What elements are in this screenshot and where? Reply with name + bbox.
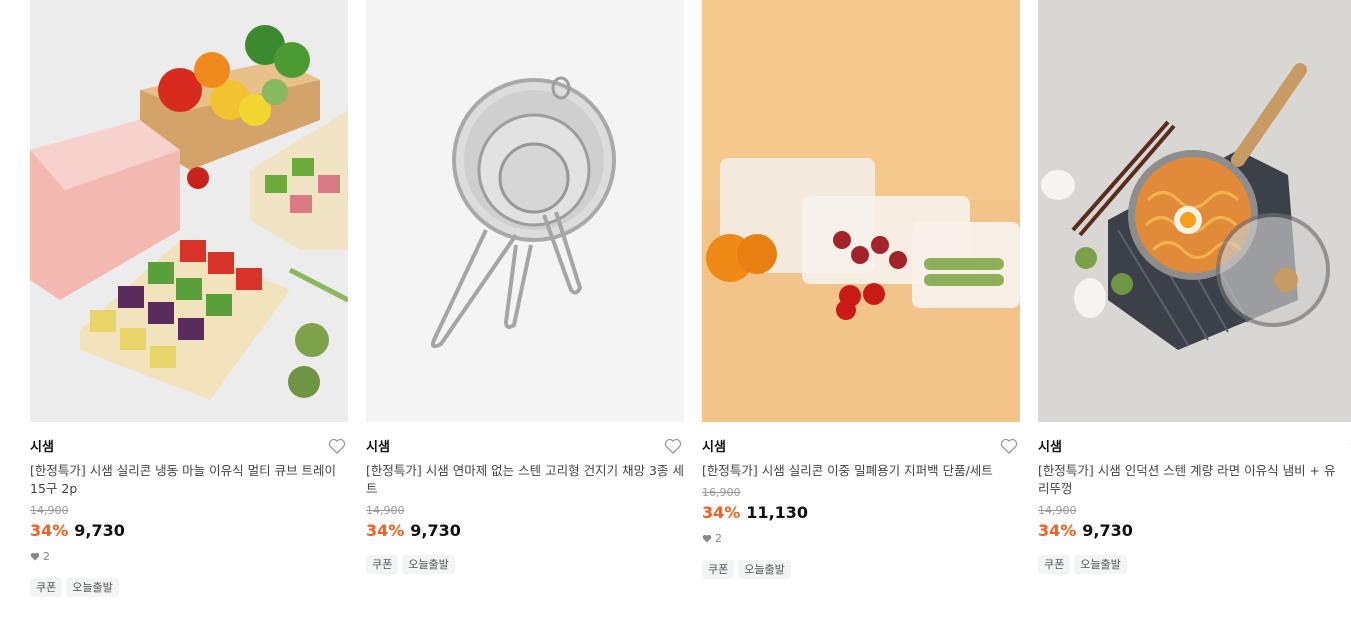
sale-price: 11,130 bbox=[746, 503, 809, 522]
tag-today-shipping: 오늘출발 bbox=[66, 578, 119, 597]
product-image-ice-cube-trays bbox=[30, 0, 348, 422]
discount-rate: 34% bbox=[30, 521, 69, 540]
price-row: 34% 9,730 bbox=[30, 521, 348, 541]
product-grid: 시샘 [한정특가] 시샘 실리콘 냉동 마늘 이유식 멀티 큐브 트레이 15구… bbox=[30, 0, 1351, 620]
brand-name[interactable]: 시샘 bbox=[30, 440, 54, 455]
price-row: 34% 9,730 bbox=[1038, 521, 1351, 541]
tag-coupon: 쿠폰 bbox=[702, 560, 735, 579]
price-row: 34% 11,130 bbox=[702, 503, 1020, 523]
tag-today-shipping: 오늘출발 bbox=[1074, 555, 1127, 574]
original-price: 14,900 bbox=[366, 504, 405, 517]
product-card[interactable]: 시샘 [한정특가] 시샘 실리콘 냉동 마늘 이유식 멀티 큐브 트레이 15구… bbox=[30, 0, 348, 597]
product-name[interactable]: [한정특가] 시샘 실리콘 냉동 마늘 이유식 멀티 큐브 트레이 15구 2p bbox=[30, 462, 348, 498]
brand-row: 시샘 bbox=[366, 436, 684, 456]
discount-rate: 34% bbox=[366, 521, 405, 540]
tag-list: 쿠폰 오늘출발 bbox=[702, 558, 1020, 579]
tag-today-shipping: 오늘출발 bbox=[738, 560, 791, 579]
product-image[interactable] bbox=[702, 0, 1020, 422]
tag-coupon: 쿠폰 bbox=[30, 578, 63, 597]
product-card[interactable]: 시샘 [한정특가] 시샘 실리콘 이중 밀폐용기 지퍼백 단품/세트 16,90… bbox=[702, 0, 1020, 579]
product-image[interactable] bbox=[1038, 0, 1351, 422]
discount-rate: 34% bbox=[702, 503, 741, 522]
product-image-zipper-bags bbox=[702, 0, 1020, 422]
like-count-value: 2 bbox=[43, 550, 50, 563]
heart-filled-icon bbox=[30, 552, 40, 564]
product-card[interactable]: 시샘 [한정특가] 시샘 인덕션 스텐 계량 라면 이유식 냄비 + 유리뚜껑 … bbox=[1038, 0, 1351, 574]
tag-list: 쿠폰 오늘출발 bbox=[30, 576, 348, 597]
tag-list: 쿠폰 오늘출발 bbox=[1038, 553, 1351, 574]
product-card[interactable]: 시샘 [한정특가] 시샘 연마제 없는 스텐 고리형 건지기 채망 3종 세트 … bbox=[366, 0, 684, 574]
tag-today-shipping: 오늘출발 bbox=[402, 555, 455, 574]
brand-row: 시샘 bbox=[1038, 436, 1351, 456]
tag-coupon: 쿠폰 bbox=[366, 555, 399, 574]
product-image-ramen-pot bbox=[1038, 0, 1351, 422]
like-count: 2 bbox=[702, 533, 1020, 546]
product-name[interactable]: [한정특가] 시샘 연마제 없는 스텐 고리형 건지기 채망 3종 세트 bbox=[366, 462, 684, 498]
sale-price: 9,730 bbox=[410, 521, 461, 540]
original-price: 14,900 bbox=[1038, 504, 1077, 517]
sale-price: 9,730 bbox=[74, 521, 125, 540]
brand-name[interactable]: 시샘 bbox=[1038, 440, 1062, 455]
like-count: 2 bbox=[30, 551, 348, 564]
brand-name[interactable]: 시샘 bbox=[702, 440, 726, 455]
heart-filled-icon bbox=[702, 534, 712, 546]
like-count-value: 2 bbox=[715, 532, 722, 545]
brand-row: 시샘 bbox=[30, 436, 348, 456]
tag-list: 쿠폰 오늘출발 bbox=[366, 553, 684, 574]
wishlist-heart-icon[interactable] bbox=[1000, 438, 1018, 454]
discount-rate: 34% bbox=[1038, 521, 1077, 540]
brand-row: 시샘 bbox=[702, 436, 1020, 456]
tag-coupon: 쿠폰 bbox=[1038, 555, 1071, 574]
brand-name[interactable]: 시샘 bbox=[366, 440, 390, 455]
sale-price: 9,730 bbox=[1082, 521, 1133, 540]
wishlist-heart-icon[interactable] bbox=[664, 438, 682, 454]
original-price: 14,900 bbox=[30, 504, 69, 517]
product-image[interactable] bbox=[30, 0, 348, 422]
product-image-strainers bbox=[366, 0, 684, 422]
price-row: 34% 9,730 bbox=[366, 521, 684, 541]
product-name[interactable]: [한정특가] 시샘 인덕션 스텐 계량 라면 이유식 냄비 + 유리뚜껑 bbox=[1038, 462, 1338, 498]
product-image[interactable] bbox=[366, 0, 684, 422]
product-name[interactable]: [한정특가] 시샘 실리콘 이중 밀폐용기 지퍼백 단품/세트 bbox=[702, 462, 1020, 480]
original-price: 16,900 bbox=[702, 486, 741, 499]
wishlist-heart-icon[interactable] bbox=[328, 438, 346, 454]
